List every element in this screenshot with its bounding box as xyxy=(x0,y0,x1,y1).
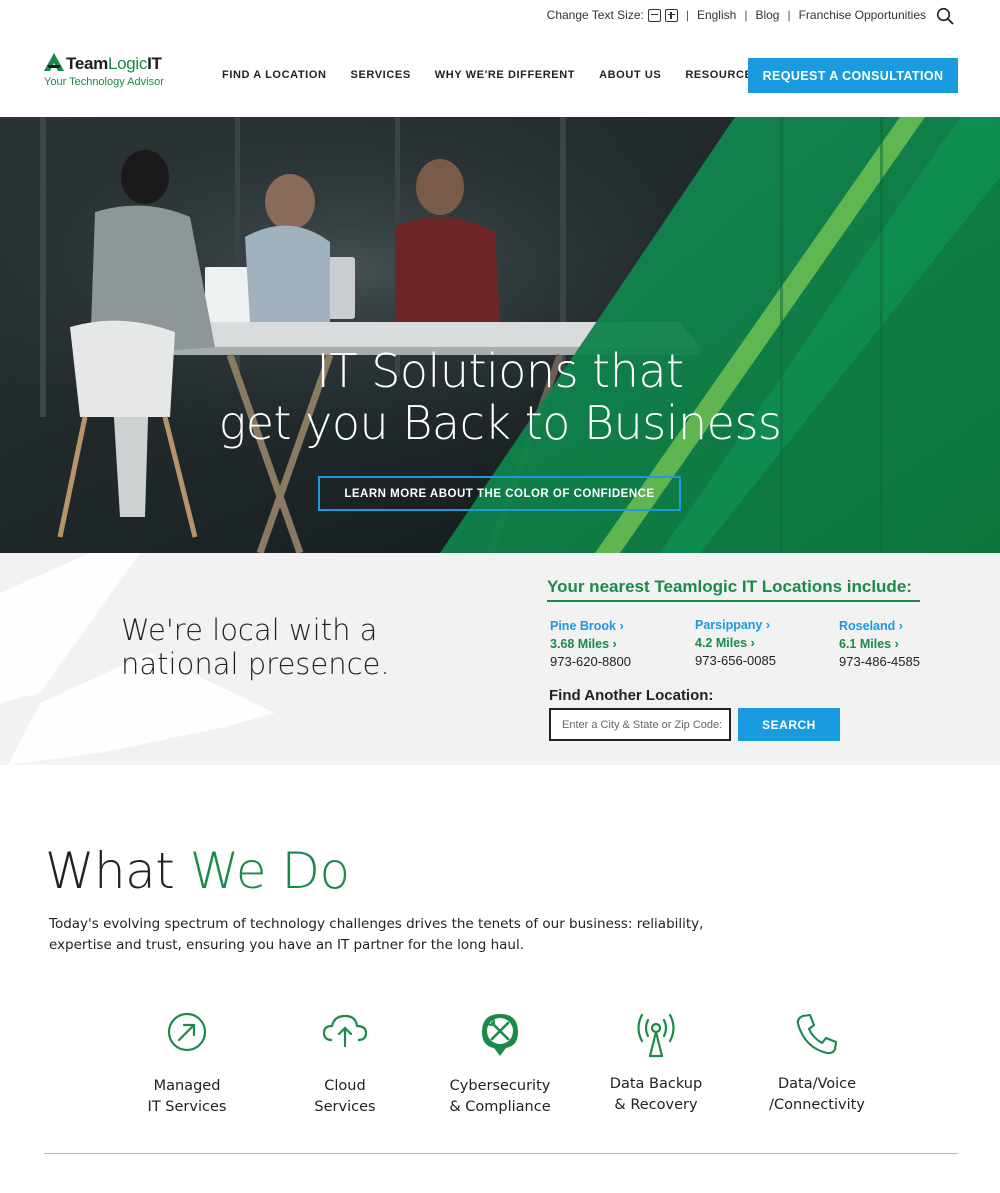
service-cybersecurity[interactable]: Cybersecurity & Compliance xyxy=(425,1010,575,1118)
cloud-upload-icon xyxy=(322,1014,368,1048)
blog-link[interactable]: Blog xyxy=(755,8,779,22)
local-title: We're local with a national presence. xyxy=(121,613,390,681)
logo-tagline: Your Technology Advisor xyxy=(44,76,164,88)
utility-bar: Change Text Size: | English | Blog | Fra… xyxy=(0,0,1000,34)
service-data-voice[interactable]: Data/Voice /Connectivity xyxy=(742,1010,892,1116)
logo-mark-icon xyxy=(44,53,64,71)
location-distance-link[interactable]: 3.68 Miles › xyxy=(550,636,631,654)
service-label-line2: Services xyxy=(314,1099,376,1115)
logo-wordmark: TeamLogicIT xyxy=(66,54,162,73)
divider: | xyxy=(685,8,689,22)
text-size-label: Change Text Size: xyxy=(546,8,644,22)
broadcast-tower-icon xyxy=(637,1013,675,1058)
service-data-backup[interactable]: Data Backup & Recovery xyxy=(581,1010,731,1116)
site-header: TeamLogicIT Your Technology Advisor FIND… xyxy=(0,34,1000,117)
service-label-line2: IT Services xyxy=(147,1099,227,1115)
location-card: Parsippany › 4.2 Miles › 973-656-0085 xyxy=(695,617,776,670)
hero-banner: IT Solutions that get you Back to Busine… xyxy=(0,117,1000,553)
service-label-line1: Data Backup xyxy=(609,1076,703,1092)
arrow-up-right-circle-icon xyxy=(167,1012,207,1052)
service-label-line2: & Recovery xyxy=(614,1097,698,1113)
nav-services[interactable]: SERVICES xyxy=(351,69,411,81)
service-label-line1: Cloud xyxy=(324,1078,366,1094)
franchise-link[interactable]: Franchise Opportunities xyxy=(799,8,926,22)
what-we-do-title: What We Do xyxy=(45,842,350,900)
divider: | xyxy=(787,8,791,22)
section-divider xyxy=(44,1153,958,1154)
location-city-link[interactable]: Roseland › xyxy=(839,618,920,636)
location-distance-link[interactable]: 6.1 Miles › xyxy=(839,636,920,654)
local-locations-section: We're local with a national presence. Yo… xyxy=(0,553,1000,765)
main-nav: FIND A LOCATION SERVICES WHY WE'RE DIFFE… xyxy=(222,69,784,81)
service-managed-it[interactable]: Managed IT Services xyxy=(112,1010,262,1118)
request-consultation-button[interactable]: REQUEST A CONSULTATION xyxy=(748,58,958,93)
hero-title: IT Solutions that get you Back to Busine… xyxy=(218,344,782,450)
service-label-line1: Data/Voice xyxy=(777,1076,857,1092)
location-city-link[interactable]: Parsippany › xyxy=(695,617,776,635)
location-phone[interactable]: 973-620-8800 xyxy=(550,653,631,671)
find-location-label: Find Another Location: xyxy=(549,687,714,704)
phone-icon xyxy=(796,1013,838,1055)
location-distance-link[interactable]: 4.2 Miles › xyxy=(695,635,776,653)
location-phone[interactable]: 973-486-4585 xyxy=(839,653,920,671)
location-city-link[interactable]: Pine Brook › xyxy=(550,618,631,636)
learn-more-button[interactable]: LEARN MORE ABOUT THE COLOR OF CONFIDENCE xyxy=(318,476,681,511)
decrease-text-size-button[interactable] xyxy=(647,8,661,22)
nav-about-us[interactable]: ABOUT US xyxy=(599,69,661,81)
search-icon[interactable] xyxy=(936,7,954,25)
location-search-button[interactable]: SEARCH xyxy=(738,708,840,741)
logo[interactable]: TeamLogicIT Your Technology Advisor xyxy=(44,52,184,94)
service-cloud[interactable]: Cloud Services xyxy=(270,1010,420,1118)
location-phone[interactable]: 973-656-0085 xyxy=(695,652,776,670)
divider: | xyxy=(744,8,748,22)
utility-links: Change Text Size: | English | Blog | Fra… xyxy=(547,8,926,22)
nav-find-location[interactable]: FIND A LOCATION xyxy=(222,69,327,81)
service-label-line2: /Connectivity xyxy=(769,1097,865,1113)
location-card: Roseland › 6.1 Miles › 973-486-4585 xyxy=(839,618,920,671)
service-label-line2: & Compliance xyxy=(449,1099,551,1115)
location-search-input[interactable] xyxy=(549,708,731,741)
nearest-locations-heading: Your nearest Teamlogic IT Locations incl… xyxy=(547,577,920,602)
language-link[interactable]: English xyxy=(697,8,736,22)
service-label-line1: Managed xyxy=(153,1078,221,1094)
service-label-line1: Cybersecurity xyxy=(449,1078,551,1094)
what-we-do-description: Today's evolving spectrum of technology … xyxy=(49,916,704,953)
location-card: Pine Brook › 3.68 Miles › 973-620-8800 xyxy=(550,618,631,671)
tools-badge-icon xyxy=(482,1014,518,1056)
nav-why-different[interactable]: WHY WE'RE DIFFERENT xyxy=(435,69,575,81)
increase-text-size-button[interactable] xyxy=(664,8,678,22)
